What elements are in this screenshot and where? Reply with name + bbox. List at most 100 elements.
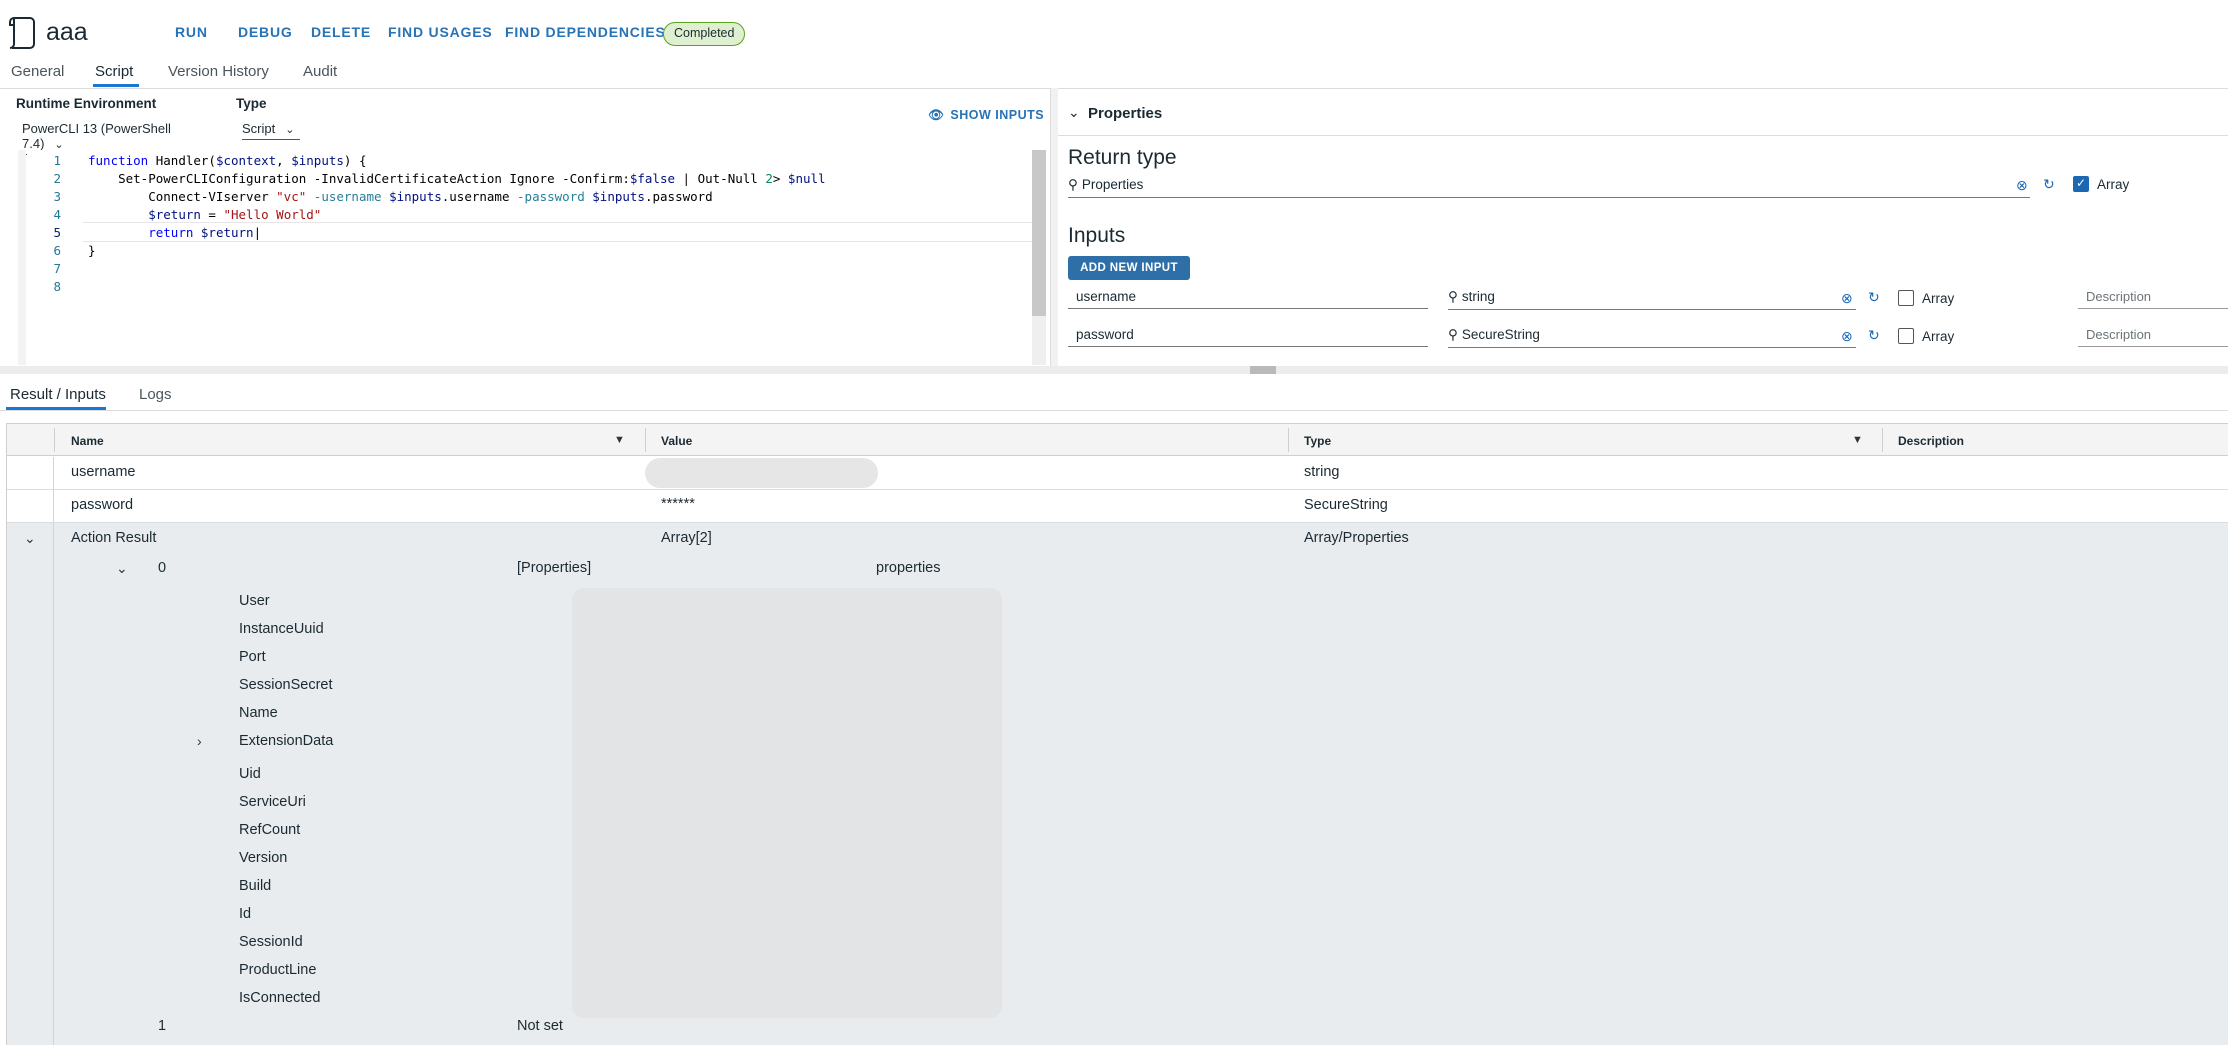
item-value: Not set	[517, 1018, 563, 1034]
code-line: Set-PowerCLIConfiguration -InvalidCertif…	[88, 171, 826, 186]
tabs-divider	[0, 88, 2228, 89]
property-name: SessionSecret	[239, 677, 333, 693]
delete-button[interactable]: DELETE	[311, 24, 371, 40]
return-array-checkbox[interactable]: ✓	[2073, 176, 2089, 192]
input-type-field[interactable]: ⚲ SecureString	[1448, 327, 1856, 348]
tab-audit[interactable]: Audit	[303, 63, 337, 80]
return-type-field[interactable]: ⚲ Properties	[1068, 177, 2030, 198]
tab-logs[interactable]: Logs	[139, 386, 172, 403]
input-array-checkbox[interactable]	[1898, 290, 1914, 306]
properties-title: Properties	[1088, 105, 1163, 122]
refresh-icon[interactable]: ↻	[1868, 289, 1880, 306]
column-header-type[interactable]: Type	[1304, 434, 1331, 448]
table-row[interactable]	[7, 457, 2228, 490]
redacted-value	[645, 458, 878, 488]
tabs-divider	[0, 410, 2228, 411]
search-icon: ⚲	[1068, 177, 1078, 192]
type-label: Type	[236, 96, 267, 111]
property-name: User	[239, 593, 270, 609]
row-value: ******	[661, 496, 695, 512]
column-separator[interactable]	[1288, 428, 1289, 452]
show-inputs-button[interactable]: 👁 SHOW INPUTS	[928, 108, 1044, 123]
active-tab-indicator	[93, 84, 139, 87]
input-name-field[interactable]: username	[1068, 289, 1428, 309]
chevron-down-icon[interactable]: ⌄	[24, 530, 36, 547]
property-name: Uid	[239, 766, 261, 782]
item-index: 0	[158, 560, 167, 576]
input-array-checkbox[interactable]	[1898, 328, 1914, 344]
debug-button[interactable]: DEBUG	[238, 24, 293, 40]
vertical-splitter[interactable]	[1050, 88, 1058, 366]
clear-icon[interactable]: ⊗	[1841, 290, 1853, 307]
item-type: properties	[876, 560, 941, 576]
tab-result-inputs[interactable]: Result / Inputs	[10, 386, 106, 403]
clear-icon[interactable]: ⊗	[2016, 177, 2028, 194]
return-type-value: Properties	[1081, 177, 1144, 192]
property-name: Id	[239, 906, 252, 922]
row-type: SecureString	[1304, 497, 1388, 513]
property-name: InstanceUuid	[239, 621, 324, 637]
show-inputs-label: SHOW INPUTS	[950, 108, 1045, 122]
property-name: Version	[239, 850, 288, 866]
script-icon	[9, 17, 35, 49]
runtime-value: PowerCLI 13 (PowerShell 7.4)	[22, 121, 171, 151]
find-dependencies-button[interactable]: FIND DEPENDENCIES	[505, 24, 666, 40]
line-number: 5	[53, 225, 61, 240]
filter-icon[interactable]: ▼	[1852, 434, 1863, 446]
row-type: Array/Properties	[1304, 530, 1409, 546]
add-new-input-button[interactable]: ADD NEW INPUT	[1068, 256, 1190, 280]
code-line: Connect-VIserver "vc" -username $inputs.…	[88, 189, 713, 204]
input-name-field[interactable]: password	[1068, 327, 1428, 347]
refresh-icon[interactable]: ↻	[1868, 327, 1880, 344]
property-name: RefCount	[239, 822, 301, 838]
editor-gutter	[18, 150, 26, 365]
tab-script[interactable]: Script	[95, 63, 133, 80]
row-name: Action Result	[71, 530, 157, 546]
type-select[interactable]: Script ⌄	[242, 121, 300, 140]
clear-icon[interactable]: ⊗	[1841, 328, 1853, 345]
inputs-heading: Inputs	[1068, 224, 1126, 247]
tab-general[interactable]: General	[11, 63, 64, 80]
line-number: 6	[53, 243, 61, 258]
property-name: ProductLine	[239, 962, 317, 978]
column-header-value[interactable]: Value	[661, 434, 692, 448]
property-name: Port	[239, 649, 266, 665]
eye-icon: 👁	[928, 108, 945, 122]
status-badge: Completed	[663, 22, 746, 46]
column-header-description[interactable]: Description	[1898, 434, 1964, 448]
property-name: Name	[239, 705, 278, 721]
line-number: 1	[53, 153, 61, 168]
filter-icon[interactable]: ▼	[614, 434, 625, 446]
chevron-down-icon[interactable]: ⌄	[1068, 104, 1080, 121]
line-number: 2	[53, 171, 61, 186]
splitter-handle[interactable]	[1250, 366, 1276, 374]
input-type-field[interactable]: ⚲ string	[1448, 289, 1856, 310]
refresh-icon[interactable]: ↻	[2043, 176, 2055, 193]
chevron-right-icon[interactable]: ›	[197, 733, 202, 749]
line-number: 8	[53, 279, 61, 294]
chevron-down-icon[interactable]: ⌄	[116, 560, 128, 577]
return-type-heading: Return type	[1068, 146, 1177, 169]
find-usages-button[interactable]: FIND USAGES	[388, 24, 492, 40]
code-editor[interactable]: 1 2 3 4 5 6 7 8 function Handler($contex…	[27, 150, 1047, 365]
column-separator	[54, 428, 55, 452]
column-header-name[interactable]: Name	[71, 434, 104, 448]
property-name: Build	[239, 878, 272, 894]
expanded-row-background	[7, 523, 2228, 1045]
run-button[interactable]: RUN	[175, 24, 208, 40]
column-separator[interactable]	[1882, 428, 1883, 452]
tab-version-history[interactable]: Version History	[168, 63, 269, 80]
item-index: 1	[158, 1018, 167, 1034]
table-row[interactable]	[7, 490, 2228, 523]
horizontal-splitter[interactable]	[0, 366, 2228, 374]
properties-header[interactable]	[1058, 92, 2228, 136]
description-field[interactable]: Description	[2078, 289, 2228, 309]
property-name: IsConnected	[239, 990, 321, 1006]
description-field[interactable]: Description	[2078, 327, 2228, 347]
column-separator[interactable]	[645, 428, 646, 452]
item-value: [Properties]	[517, 560, 592, 576]
input-type-value: SecureString	[1461, 327, 1540, 342]
editor-scrollbar[interactable]	[1032, 150, 1046, 316]
row-value: Array[2]	[661, 530, 712, 546]
line-number: 3	[53, 189, 61, 204]
